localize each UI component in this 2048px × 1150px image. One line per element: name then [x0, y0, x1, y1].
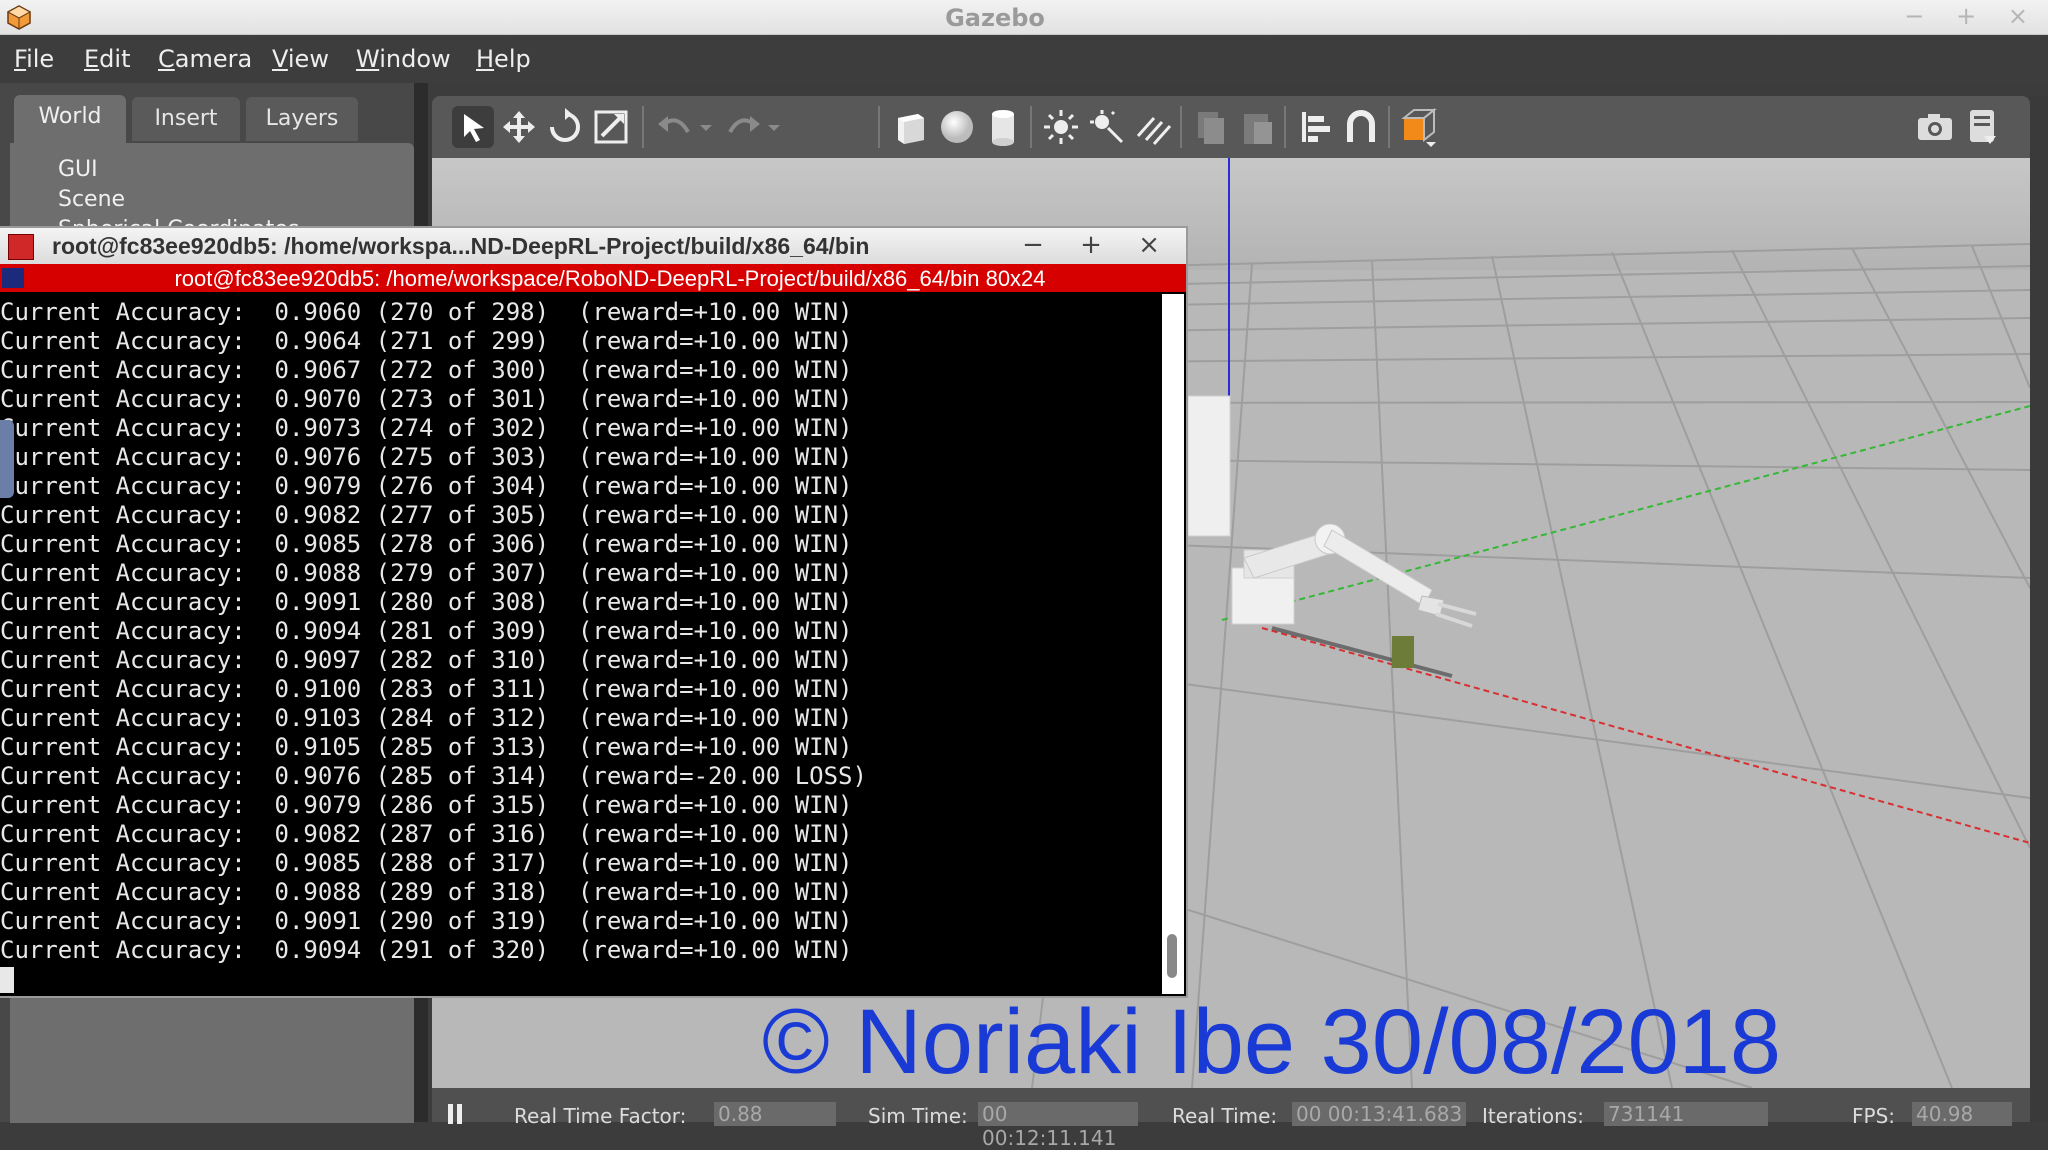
- terminal-header-text: root@fc83ee920db5: /home/workspace/RoboN…: [174, 266, 1046, 291]
- terminal-cursor: [0, 967, 14, 993]
- terminal-line: Current Accuracy: 0.9100 (283 of 311) (r…: [0, 675, 853, 703]
- terminal-line: Current Accuracy: 0.9085 (288 of 317) (r…: [0, 849, 853, 877]
- terminal-line: Current Accuracy: 0.9085 (278 of 306) (r…: [0, 530, 853, 558]
- terminal-title: root@fc83ee920db5: /home/workspa...ND-De…: [52, 233, 870, 259]
- redo-dropdown-icon[interactable]: [764, 106, 784, 148]
- terminal-header-bar: root@fc83ee920db5: /home/workspace/RoboN…: [0, 264, 1186, 292]
- terminal-window[interactable]: root@fc83ee920db5: /home/workspa...ND-De…: [0, 226, 1188, 998]
- terminal-line: Current Accuracy: 0.9103 (284 of 312) (r…: [0, 704, 853, 732]
- menu-view[interactable]: View: [272, 45, 329, 73]
- target-object: [1392, 636, 1414, 668]
- menu-camera[interactable]: Camera: [158, 45, 252, 73]
- window-controls[interactable]: − + ×: [1904, 2, 2040, 30]
- toolbar-separator: [642, 106, 644, 148]
- terminal-line: Current Accuracy: 0.9060 (270 of 298) (r…: [0, 298, 853, 326]
- translate-icon[interactable]: [498, 106, 540, 148]
- terminal-scrollbar[interactable]: [1162, 294, 1184, 994]
- copyright-watermark: © Noriaki Ibe 30/08/2018: [762, 991, 1782, 1093]
- terminal-line: Current Accuracy: 0.9088 (279 of 307) (r…: [0, 559, 853, 587]
- pause-icon[interactable]: [446, 1102, 466, 1126]
- toolbar-separator: [878, 106, 880, 148]
- undo-dropdown-icon[interactable]: [696, 106, 716, 148]
- terminal-line: Current Accuracy: 0.9067 (272 of 300) (r…: [0, 356, 853, 384]
- toolbar-separator: [1388, 106, 1390, 148]
- terminal-line: Current Accuracy: 0.9105 (285 of 313) (r…: [0, 733, 853, 761]
- menu-file[interactable]: File: [14, 45, 54, 73]
- terminal-line: Current Accuracy: 0.9070 (273 of 301) (r…: [0, 385, 853, 413]
- terminal-line: Current Accuracy: 0.9064 (271 of 299) (r…: [0, 327, 853, 355]
- iterations-value: 731141: [1604, 1102, 1768, 1126]
- real-time-label: Real Time:: [1172, 1104, 1278, 1128]
- menu-bar: File Edit Camera View Window Help: [0, 35, 2048, 83]
- real-time-factor-value: 0.88: [714, 1102, 836, 1126]
- menu-window[interactable]: Window: [356, 45, 451, 73]
- align-icon[interactable]: [1294, 106, 1336, 148]
- undo-icon[interactable]: [654, 106, 696, 148]
- scale-icon[interactable]: [590, 106, 632, 148]
- terminal-line: Current Accuracy: 0.9094 (291 of 320) (r…: [0, 936, 853, 964]
- terminal-line: Current Accuracy: 0.9082 (287 of 316) (r…: [0, 820, 853, 848]
- toolbar-separator: [1284, 106, 1286, 148]
- terminal-line: Current Accuracy: 0.9091 (280 of 308) (r…: [0, 588, 853, 616]
- real-time-factor-label: Real Time Factor:: [514, 1104, 687, 1128]
- terminal-scrollbar-thumb[interactable]: [1167, 934, 1177, 978]
- point-light-icon[interactable]: [1040, 106, 1082, 148]
- tree-item-scene[interactable]: Scene: [58, 187, 125, 212]
- fps-label: FPS:: [1852, 1104, 1895, 1128]
- terminal-line: Current Accuracy: 0.9073 (274 of 302) (r…: [0, 414, 853, 442]
- toolbar-separator: [1030, 106, 1032, 148]
- terminal-window-controls[interactable]: − + ×: [1022, 230, 1174, 260]
- sim-time-value: 00 00:12:11.141: [978, 1102, 1138, 1150]
- window-title: Gazebo: [945, 4, 1045, 32]
- terminal-line: Current Accuracy: 0.9076 (275 of 303) (r…: [0, 443, 853, 471]
- iterations-label: Iterations:: [1482, 1104, 1584, 1128]
- menu-help[interactable]: Help: [476, 45, 531, 73]
- sphere-icon[interactable]: [936, 106, 978, 148]
- terminal-line: Current Accuracy: 0.9094 (281 of 309) (r…: [0, 617, 853, 645]
- tab-insert[interactable]: Insert: [132, 97, 240, 141]
- sim-time-label: Sim Time:: [868, 1104, 968, 1128]
- paste-icon[interactable]: [1236, 106, 1278, 148]
- menu-edit[interactable]: Edit: [84, 45, 130, 73]
- snap-icon[interactable]: [1340, 106, 1382, 148]
- view-angle-icon[interactable]: [1398, 106, 1440, 148]
- terminal-line: Current Accuracy: 0.9082 (277 of 305) (r…: [0, 501, 853, 529]
- real-time-value: 00 00:13:41.683: [1292, 1102, 1466, 1126]
- copy-icon[interactable]: [1190, 106, 1232, 148]
- terminal-line: Current Accuracy: 0.9079 (276 of 304) (r…: [0, 472, 853, 500]
- redo-icon[interactable]: [722, 106, 764, 148]
- tab-layers[interactable]: Layers: [246, 97, 358, 141]
- tree-item-gui[interactable]: GUI: [58, 157, 98, 182]
- spot-light-icon[interactable]: [1086, 106, 1128, 148]
- toolbar: [432, 96, 2030, 158]
- terminal-output[interactable]: Current Accuracy: 0.9060 (270 of 298) (r…: [0, 298, 1160, 994]
- terminal-line: Current Accuracy: 0.9079 (286 of 315) (r…: [0, 791, 853, 819]
- rotate-icon[interactable]: [544, 106, 586, 148]
- log-icon[interactable]: [1962, 106, 2004, 148]
- screenshot-icon[interactable]: [1914, 106, 1956, 148]
- right-panel-border: [2030, 96, 2048, 1122]
- terminal-line: Current Accuracy: 0.9088 (289 of 318) (r…: [0, 878, 853, 906]
- terminal-line: Current Accuracy: 0.9091 (290 of 319) (r…: [0, 907, 853, 935]
- terminal-line: Current Accuracy: 0.9097 (282 of 310) (r…: [0, 646, 853, 674]
- cylinder-icon[interactable]: [982, 106, 1024, 148]
- side-panel-handle[interactable]: [0, 420, 14, 498]
- toolbar-separator: [1180, 106, 1182, 148]
- directional-light-icon[interactable]: [1132, 106, 1174, 148]
- select-icon[interactable]: [452, 106, 494, 148]
- box-icon[interactable]: [890, 106, 932, 148]
- window-title-bar: Gazebo − + ×: [0, 0, 2048, 35]
- fps-value: 40.98: [1912, 1102, 2012, 1126]
- tab-world[interactable]: World: [14, 95, 126, 143]
- terminal-session-icon: [2, 268, 24, 288]
- terminal-title-bar[interactable]: root@fc83ee920db5: /home/workspa...ND-De…: [0, 228, 1186, 264]
- terminal-app-icon: [8, 234, 34, 260]
- terminal-line: Current Accuracy: 0.9076 (285 of 314) (r…: [0, 762, 867, 790]
